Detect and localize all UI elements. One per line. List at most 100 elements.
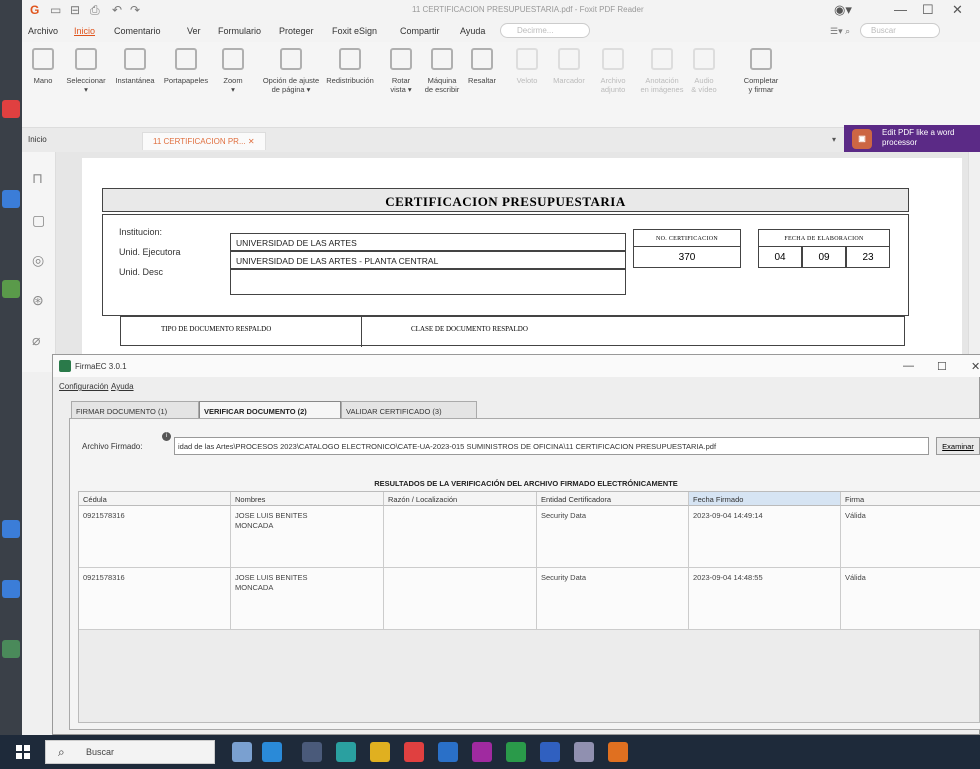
- ribbon-button[interactable]: Marcador: [548, 48, 590, 85]
- minimize-icon[interactable]: —: [894, 2, 907, 17]
- desktop-icon[interactable]: [2, 100, 20, 118]
- ribbon-button[interactable]: Anotación en imágenes: [636, 48, 688, 94]
- layers-icon[interactable]: ◎: [32, 252, 44, 269]
- table-cell[interactable]: Válida: [841, 506, 980, 568]
- table-cell[interactable]: [384, 506, 537, 568]
- edge-icon[interactable]: [336, 742, 356, 762]
- ribbon-button[interactable]: Redistribución: [322, 48, 378, 85]
- ribbon-button-label: Archivo adjunto: [600, 76, 626, 94]
- ribbon-button[interactable]: Seleccionar ▾: [64, 48, 108, 94]
- desktop-icon[interactable]: [2, 280, 20, 298]
- ribbon-button[interactable]: Opción de ajuste de página ▾: [262, 48, 320, 94]
- table-cell[interactable]: JOSE LUIS BENITES MONCADA: [231, 568, 384, 630]
- account-icon[interactable]: ◉▾: [834, 2, 852, 18]
- menu-comentario[interactable]: Comentario: [114, 26, 161, 36]
- menu-ayuda[interactable]: Ayuda: [111, 382, 134, 391]
- desktop-icon[interactable]: [2, 580, 20, 598]
- explorer-icon[interactable]: [370, 742, 390, 762]
- ribbon-button[interactable]: Instantánea: [112, 48, 158, 85]
- redo-icon[interactable]: ↷: [130, 3, 140, 17]
- ribbon-tool-icon: [602, 48, 624, 70]
- vertical-scrollbar[interactable]: [968, 152, 980, 372]
- column-header[interactable]: Entidad Certificadora: [537, 492, 689, 506]
- ribbon-button[interactable]: Resaltar: [462, 48, 502, 85]
- ribbon-button[interactable]: Zoom ▾: [212, 48, 254, 94]
- tab-firmar[interactable]: FIRMAR DOCUMENTO (1): [71, 401, 199, 419]
- examinar-button[interactable]: Examinar: [936, 437, 980, 455]
- maximize-icon[interactable]: ☐: [937, 360, 947, 373]
- menu-formulario[interactable]: Formulario: [218, 26, 261, 36]
- table-cell[interactable]: JOSE LUIS BENITES MONCADA: [231, 506, 384, 568]
- tab-verificar[interactable]: VERIFICAR DOCUMENTO (2): [199, 401, 341, 419]
- certificate-fields: Institucion: Unid. Ejecutora Unid. Desc …: [102, 214, 909, 316]
- ribbon: Mano Seleccionar ▾ Instantánea Portapapeles…: [22, 42, 980, 128]
- app-icon[interactable]: [472, 742, 492, 762]
- widget-icon[interactable]: [232, 742, 252, 762]
- menu-foxit-esign[interactable]: Foxit eSign: [332, 26, 377, 36]
- ribbon-button[interactable]: Veloto: [508, 48, 546, 85]
- ribbon-button[interactable]: Audio & vídeo: [682, 48, 726, 94]
- minimize-icon[interactable]: —: [903, 360, 914, 372]
- table-cell[interactable]: 2023-09-04 14:48:55: [689, 568, 841, 630]
- table-cell[interactable]: 0921578316: [79, 568, 231, 630]
- desktop-icon[interactable]: [2, 520, 20, 538]
- ribbon-button[interactable]: Portapapeles: [162, 48, 210, 85]
- app-icon[interactable]: [574, 742, 594, 762]
- archivo-input[interactable]: idad de las Artes\PROCESOS 2023\CATALOGO…: [174, 437, 929, 455]
- app-icon[interactable]: [438, 742, 458, 762]
- ribbon-button[interactable]: Rotar vista ▾: [382, 48, 420, 94]
- menu-archivo[interactable]: Archivo: [28, 26, 58, 36]
- tab-validar[interactable]: VALIDAR CERTIFICADO (3): [341, 401, 477, 419]
- signatures-icon[interactable]: ⊛: [32, 292, 44, 309]
- table-cell[interactable]: [384, 568, 537, 630]
- tab-document[interactable]: 11 CERTIFICACION PR... ✕: [142, 132, 266, 150]
- app-icon[interactable]: [262, 742, 282, 762]
- table-cell[interactable]: 2023-09-04 14:49:14: [689, 506, 841, 568]
- close-icon[interactable]: ✕: [952, 2, 963, 18]
- close-icon[interactable]: ✕: [971, 360, 980, 373]
- maximize-icon[interactable]: ☐: [922, 2, 934, 18]
- column-header[interactable]: Fecha Firmado: [689, 492, 841, 506]
- excel-icon[interactable]: [506, 742, 526, 762]
- column-header[interactable]: Firma: [841, 492, 980, 506]
- find-input[interactable]: Buscar: [860, 23, 940, 38]
- ribbon-button[interactable]: Completar y firmar: [738, 48, 784, 94]
- tabs-dropdown-icon[interactable]: ▾: [832, 135, 836, 144]
- taskbar-search[interactable]: ⌕ Buscar: [45, 740, 215, 764]
- desktop-icon[interactable]: [2, 190, 20, 208]
- menu-compartir[interactable]: Compartir: [400, 26, 440, 36]
- word-icon[interactable]: [540, 742, 560, 762]
- menu-configuracion[interactable]: Configuración: [59, 382, 108, 391]
- menu-ver[interactable]: Ver: [187, 26, 201, 36]
- tab-inicio[interactable]: Inicio: [28, 135, 47, 144]
- desktop-icon[interactable]: [2, 640, 20, 658]
- pages-icon[interactable]: ▢: [32, 212, 45, 229]
- column-header[interactable]: Razón / Localización: [384, 492, 537, 506]
- foxit-taskbar-icon[interactable]: [608, 742, 628, 762]
- menu-ayuda[interactable]: Ayuda: [460, 26, 485, 36]
- save-icon[interactable]: ⊟: [70, 3, 80, 17]
- ribbon-button[interactable]: Archivo adjunto: [592, 48, 634, 94]
- find-icon[interactable]: ☰▾ ⌕: [830, 26, 850, 37]
- open-icon[interactable]: ▭: [50, 3, 61, 17]
- attachment-icon[interactable]: ⌀: [32, 332, 40, 349]
- task-view-icon[interactable]: [302, 742, 322, 762]
- bookmark-icon[interactable]: ⊓: [32, 170, 43, 187]
- column-header[interactable]: Nombres: [231, 492, 384, 506]
- tell-me-search[interactable]: Decirme...: [500, 23, 590, 38]
- print-icon[interactable]: ⎙: [90, 3, 100, 18]
- table-cell[interactable]: Válida: [841, 568, 980, 630]
- ribbon-button[interactable]: Mano: [28, 48, 58, 85]
- menu-proteger[interactable]: Proteger: [279, 26, 314, 36]
- windows-start-icon[interactable]: [16, 745, 30, 759]
- table-cell[interactable]: 0921578316: [79, 506, 231, 568]
- chrome-icon[interactable]: [404, 742, 424, 762]
- menu-inicio[interactable]: Inicio: [74, 26, 95, 36]
- promo-banner[interactable]: ▣ Edit PDF like a word processor: [844, 125, 980, 153]
- undo-icon[interactable]: ↶: [112, 3, 122, 17]
- ribbon-button[interactable]: Máquina de escribir: [422, 48, 462, 94]
- firmaec-logo-icon: [59, 360, 71, 372]
- table-cell[interactable]: Security Data: [537, 568, 689, 630]
- table-cell[interactable]: Security Data: [537, 506, 689, 568]
- column-header[interactable]: Cédula: [79, 492, 231, 506]
